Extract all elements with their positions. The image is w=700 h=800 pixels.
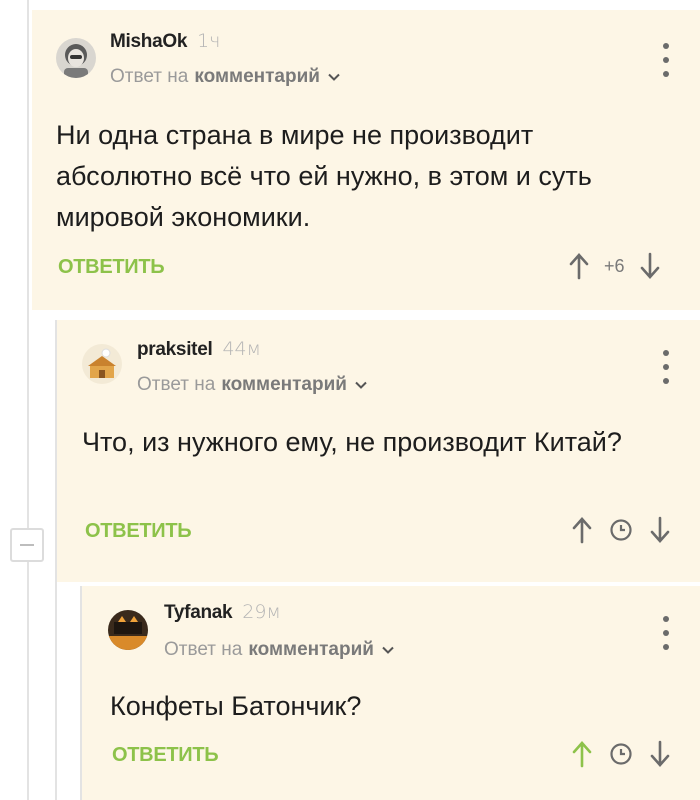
comment-time: 44м (222, 338, 261, 360)
dot (663, 644, 669, 650)
comment: MishaOk 1ч Ответ на комментарий Ни одна … (32, 10, 700, 310)
dot (663, 364, 669, 370)
comment: praksitel 44м Ответ на комментарий Что, … (57, 320, 700, 582)
author-line: praksitel 44м (137, 338, 261, 361)
arrow-up-icon[interactable] (568, 252, 590, 280)
reply-button[interactable]: ОТВЕТИТЬ (112, 744, 219, 767)
vote-controls: +6 (568, 252, 661, 280)
chevron-down-icon (328, 73, 340, 81)
reply-to-prefix: Ответ на (137, 374, 216, 395)
thread-line (27, 0, 29, 800)
reply-to[interactable]: Ответ на комментарий (110, 66, 342, 88)
comment-text: Конфеты Батончик? (110, 691, 362, 721)
more-options-button[interactable] (659, 43, 673, 77)
author-line: MishaOk 1ч (110, 30, 220, 53)
arrow-up-icon[interactable] (571, 516, 593, 544)
chevron-down-icon (355, 381, 367, 389)
dot (663, 616, 669, 622)
more-options-button[interactable] (659, 616, 673, 650)
comment-time: 29м (242, 601, 281, 623)
vote-controls (571, 740, 671, 768)
reply-to-prefix: Ответ на (164, 639, 243, 660)
author-name[interactable]: praksitel (137, 339, 213, 361)
comment-time: 1ч (197, 30, 221, 52)
reply-to-target: комментарий (221, 374, 347, 395)
dot (663, 57, 669, 63)
avatar[interactable] (108, 610, 148, 650)
clock-icon (610, 743, 632, 765)
reply-to-prefix: Ответ на (110, 66, 189, 87)
dot (663, 71, 669, 77)
author-name[interactable]: Tyfanak (164, 602, 233, 624)
author-line: Tyfanak 29м (164, 601, 281, 624)
comment-text: Ни одна страна в мире не производит абсо… (56, 120, 592, 232)
avatar[interactable] (82, 344, 122, 384)
arrow-down-icon[interactable] (649, 740, 671, 768)
dot (663, 378, 669, 384)
author-name[interactable]: MishaOk (110, 31, 187, 53)
arrow-up-icon[interactable] (571, 740, 593, 768)
chevron-down-icon (382, 646, 394, 654)
vote-controls (571, 516, 671, 544)
arrow-down-icon[interactable] (639, 252, 661, 280)
dot (663, 350, 669, 356)
comment-text: Что, из нужного ему, не производит Китай… (82, 427, 622, 457)
reply-to-target: комментарий (248, 639, 374, 660)
reply-button[interactable]: ОТВЕТИТЬ (58, 256, 165, 279)
more-options-button[interactable] (659, 350, 673, 384)
comment: Tyfanak 29м Ответ на комментарий Конфеты… (82, 586, 700, 800)
dot (663, 43, 669, 49)
reply-to[interactable]: Ответ на комментарий (137, 374, 369, 396)
collapse-thread-button[interactable] (10, 528, 44, 562)
reply-to-target: комментарий (194, 66, 320, 87)
clock-icon (610, 519, 632, 541)
dot (663, 630, 669, 636)
arrow-down-icon[interactable] (649, 516, 671, 544)
reply-to[interactable]: Ответ на комментарий (164, 639, 396, 661)
rating-value: +6 (604, 255, 625, 276)
collapse-minus-icon (20, 544, 34, 546)
avatar[interactable] (56, 38, 96, 78)
reply-button[interactable]: ОТВЕТИТЬ (85, 520, 192, 543)
